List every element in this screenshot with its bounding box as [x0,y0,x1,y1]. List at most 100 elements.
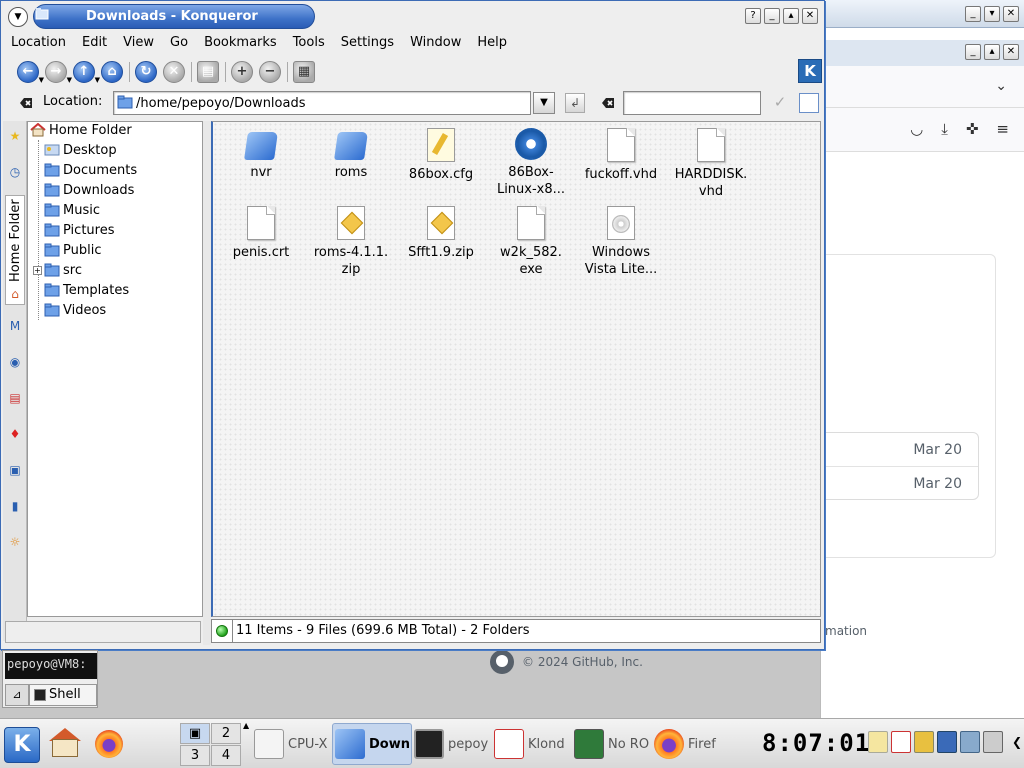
menu-go[interactable]: Go [170,31,196,55]
maximize-button[interactable]: ▴ [783,8,799,24]
bookmarks-star-icon[interactable]: ★ [6,127,24,145]
tree-item-public[interactable]: Public [44,240,101,260]
file-item[interactable]: fuckoff.vhd [577,128,665,183]
panel-splitter[interactable] [203,121,211,645]
location-history-dropdown[interactable]: ▼ [533,92,555,114]
digital-clock[interactable]: 8:07:01 [762,729,870,757]
file-item[interactable]: 86box.cfg [397,128,485,183]
menu-window[interactable]: Window [410,31,469,55]
tree-item-templates[interactable]: Templates [44,280,129,300]
github-logo-icon[interactable] [490,650,514,674]
menu-edit[interactable]: Edit [82,31,115,55]
terminal-output[interactable]: pepoyo@VM8: [5,653,97,679]
file-item[interactable]: w2k_582. exe [487,206,575,278]
menu-bookmarks[interactable]: Bookmarks [204,31,285,55]
minimize-button[interactable]: _ [965,6,981,22]
search-input[interactable] [623,91,761,115]
konqueror-logo-icon[interactable]: K [798,59,822,83]
home-icon[interactable]: ⌂ [6,285,24,303]
firefox-launcher-icon[interactable] [92,727,126,761]
maximize-button[interactable]: ▾ [984,6,1000,22]
new-tab-button[interactable]: ⊿ [5,684,29,706]
mixer-icon[interactable] [960,731,980,753]
history-clock-icon[interactable]: ◷ [6,163,24,181]
hamburger-menu-icon[interactable]: ≡ [996,120,1009,138]
up-button[interactable]: ↑ ▼ [73,61,100,84]
klipper-icon[interactable] [868,731,888,753]
file-item[interactable]: penis.crt [217,206,305,261]
tree-item-documents[interactable]: Documents [44,160,137,180]
clear-location-icon[interactable] [19,96,33,110]
expand-src-icon[interactable]: + [33,266,42,275]
task-klondike[interactable]: Klond [492,723,572,765]
download-icon[interactable]: ⤓ [941,120,948,138]
services-icon[interactable]: ♦ [6,425,24,443]
view-mode-button[interactable]: ▦ [293,61,315,83]
home-button[interactable]: ⌂ [101,61,123,83]
tree-item-desktop[interactable]: Desktop [44,140,117,160]
storage-icon[interactable]: ▮ [6,497,24,515]
root-folder-icon[interactable]: ▤ [6,389,24,407]
search-go-icon[interactable]: ✓ [769,93,791,113]
file-item[interactable]: roms-4.1.1. zip [307,206,395,278]
devices-icon[interactable]: ▣ [6,461,24,479]
tree-item-pictures[interactable]: Pictures [44,220,114,240]
web-sidebar-icon[interactable]: ☼ [6,533,24,551]
forward-button[interactable]: → ▼ [45,61,72,84]
window-menu-button[interactable]: ▼ [8,7,28,27]
task-konsole[interactable]: pepoy [412,723,492,765]
menu-settings[interactable]: Settings [341,31,402,55]
tray-expand-arrow-icon[interactable]: ❮ [1012,735,1022,749]
close-button[interactable]: ✕ [802,8,818,24]
task-downloads[interactable]: Down [332,723,412,765]
tree-item-videos[interactable]: Videos [44,300,106,320]
menu-tools[interactable]: Tools [293,31,333,55]
tree-item-music[interactable]: Music [44,200,100,220]
print-button[interactable]: ▤ [197,61,219,83]
search-options-icon[interactable] [799,93,819,113]
pocket-icon[interactable]: ◡ [910,120,923,138]
list-item[interactable]: Mar 20 [821,467,978,501]
file-item[interactable]: roms [307,128,395,181]
task-firefox[interactable]: Firef [652,723,732,765]
close-button[interactable]: ✕ [1003,44,1019,60]
file-item[interactable]: HARDDISK. vhd [667,128,755,200]
home-launcher-icon[interactable] [48,727,82,761]
zoom-in-icon[interactable]: + [231,61,253,83]
up-arrow-icon[interactable]: ▲ [243,721,249,730]
back-button[interactable]: ← ▼ [17,61,44,84]
reload-button[interactable]: ↻ [135,61,157,83]
pager-desktop-3[interactable]: 3 [180,745,210,766]
help-button[interactable]: ? [745,8,761,24]
tree-item-downloads[interactable]: Downloads [44,180,134,200]
zoom-out-icon[interactable]: − [259,61,281,83]
file-icon-view[interactable]: nvr roms 86box.cfg 86Box- Linux-x8... fu… [211,121,821,617]
tree-item-src[interactable]: src [44,260,82,280]
location-input[interactable] [113,91,531,115]
list-item[interactable]: Mar 20 [821,433,978,467]
kmail-icon[interactable]: M [6,317,24,335]
pager-desktop-1[interactable]: ▣ [180,723,210,744]
tab-shell[interactable]: Shell [29,684,97,706]
menu-location[interactable]: Location [11,31,74,55]
network-error-icon[interactable] [891,731,911,753]
file-item[interactable]: nvr [217,128,305,181]
minimize-button[interactable]: _ [764,8,780,24]
k-menu-button[interactable]: K [4,727,40,763]
power-icon[interactable] [983,731,1003,753]
stop-button[interactable]: ✕ [163,61,185,83]
restore-button[interactable]: ▴ [984,44,1000,60]
menu-view[interactable]: View [123,31,162,55]
file-item[interactable]: Sfft1.9.zip [397,206,485,261]
task-no-rom[interactable]: No RO [572,723,652,765]
updates-icon[interactable] [914,731,934,753]
close-button[interactable]: ✕ [1003,6,1019,22]
pager-desktop-2[interactable]: 2 [211,723,241,744]
pager-desktop-4[interactable]: 4 [211,745,241,766]
file-item[interactable]: Windows Vista Lite... [577,206,665,278]
extensions-icon[interactable]: ✜ [966,120,979,138]
file-item[interactable]: 86Box- Linux-x8... [487,128,575,198]
minimize-button[interactable]: _ [965,44,981,60]
network-globe-icon[interactable]: ◉ [6,353,24,371]
tree-item-home-folder[interactable]: Home Folder [30,120,132,140]
